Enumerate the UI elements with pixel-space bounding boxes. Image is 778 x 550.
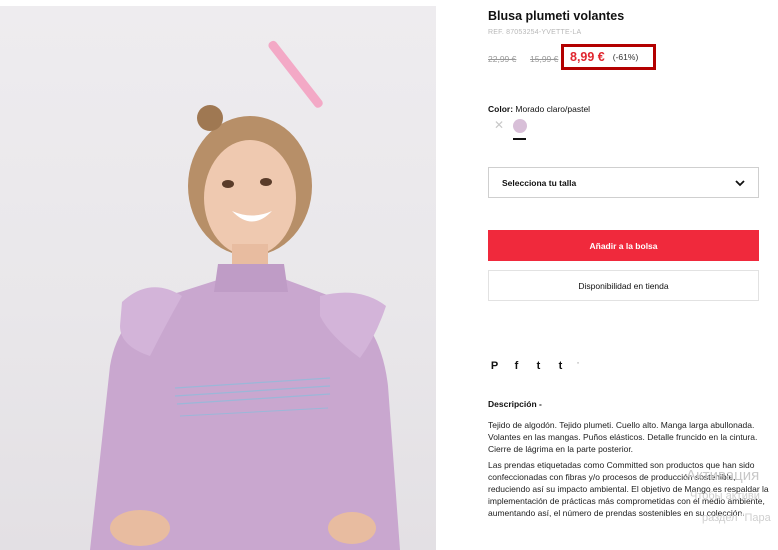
color-row: Color: Morado claro/pastel <box>488 104 590 114</box>
store-availability-label: Disponibilidad en tienda <box>578 280 669 291</box>
color-swatch[interactable] <box>513 119 527 133</box>
unavailable-color-icon[interactable]: ✕ <box>494 118 504 132</box>
discount-badge: (-61%) <box>612 52 639 62</box>
size-selector-label: Selecciona tu talla <box>502 177 577 188</box>
swatch-selected-indicator <box>513 138 526 140</box>
store-availability-button[interactable]: Disponibilidad en tienda <box>488 270 759 301</box>
more-share-icon[interactable]: ' <box>576 359 580 373</box>
share-bar: P f t t ' <box>488 359 580 373</box>
size-selector[interactable]: Selecciona tu talla <box>488 167 759 198</box>
color-value: Morado claro/pastel <box>515 104 591 114</box>
activation-watermark: Активация <box>686 467 760 484</box>
chevron-down-icon <box>735 179 745 186</box>
activation-watermark-line: Чтобы активи <box>690 490 760 502</box>
product-reference: REF. 87053254-YVETTE-LA <box>488 29 582 36</box>
facebook-icon[interactable]: f <box>510 359 523 373</box>
current-price-highlight: 8,99 € (-61%) <box>561 44 656 70</box>
tumblr-icon[interactable]: t <box>554 359 567 373</box>
product-image[interactable] <box>0 6 436 550</box>
pinterest-icon[interactable]: P <box>488 359 501 373</box>
description-heading[interactable]: Descripción - <box>488 399 542 409</box>
color-label: Color: <box>488 104 514 114</box>
current-price: 8,99 € <box>570 50 605 64</box>
original-price: 22,99 € <box>488 54 517 64</box>
activation-watermark-line: раздел "Пара <box>702 512 771 524</box>
previous-price: 15,99 € <box>530 54 559 64</box>
add-to-bag-button[interactable]: Añadir a la bolsa <box>488 230 759 261</box>
description-paragraph: Tejido de algodón. Tejido plumeti. Cuell… <box>488 420 758 454</box>
add-to-bag-label: Añadir a la bolsa <box>589 240 658 251</box>
twitter-icon[interactable]: t <box>532 359 545 373</box>
product-photo <box>90 40 400 550</box>
product-title: Blusa plumeti volantes <box>488 9 625 23</box>
